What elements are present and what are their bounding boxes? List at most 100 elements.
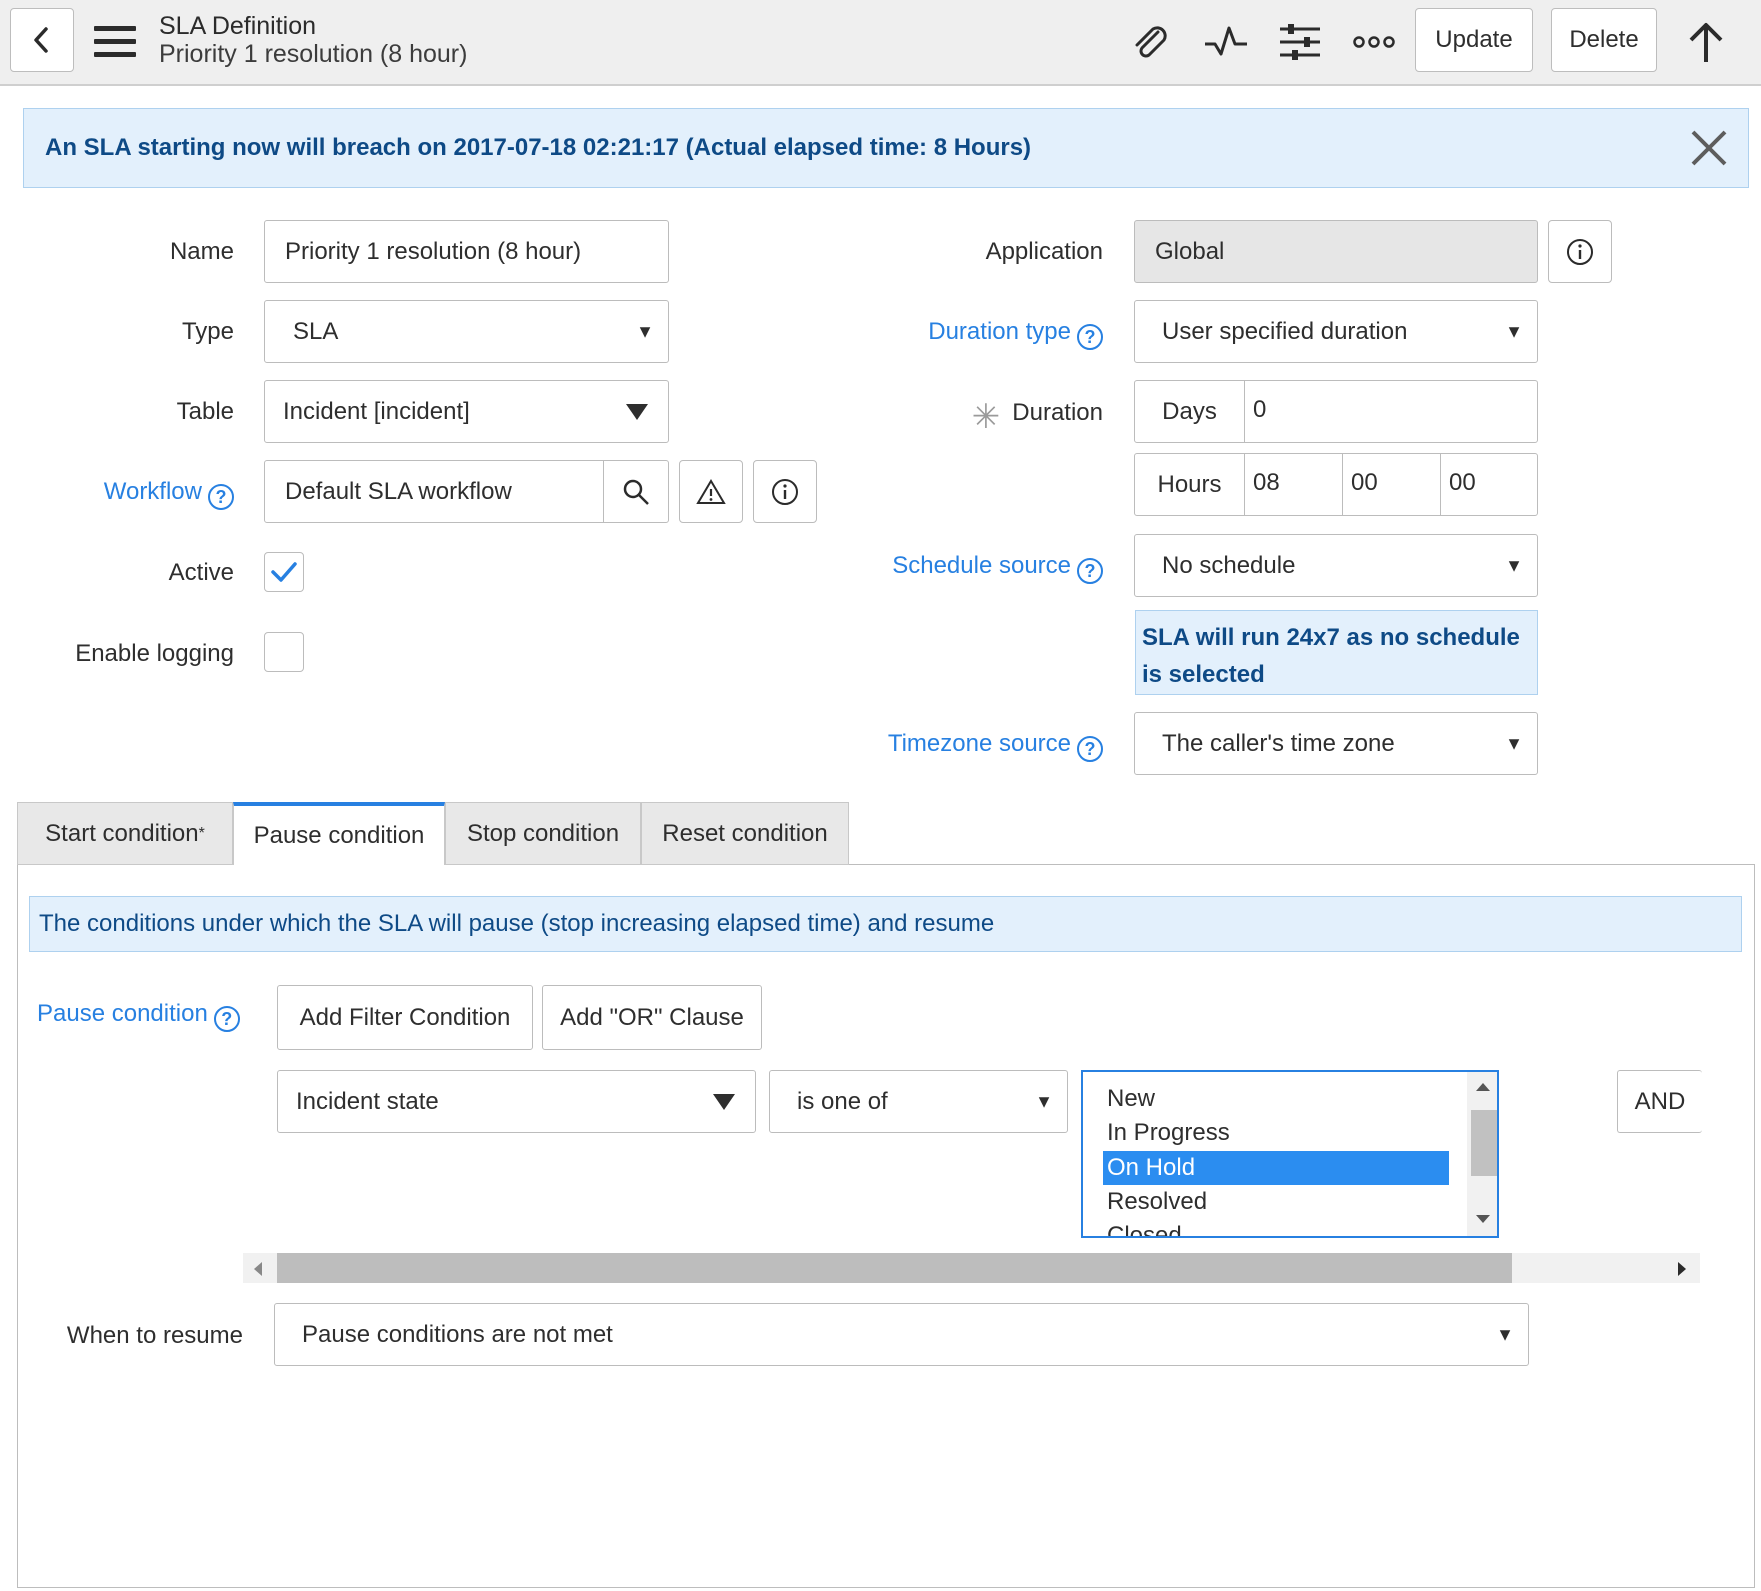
settings-icon[interactable] xyxy=(1274,18,1326,66)
list-option[interactable]: Closed xyxy=(1103,1219,1449,1236)
menu-icon[interactable] xyxy=(94,24,138,58)
minutes-input[interactable]: 00 xyxy=(1343,454,1441,515)
record-title: Priority 1 resolution (8 hour) xyxy=(159,40,468,68)
hours-label: Hours xyxy=(1135,454,1245,515)
timezone-source-label-text: Timezone source xyxy=(887,730,1071,757)
search-icon[interactable] xyxy=(604,461,668,522)
application-info-button[interactable] xyxy=(1548,220,1612,283)
scroll-right-icon[interactable] xyxy=(1677,1261,1687,1277)
workflow-info-button[interactable] xyxy=(753,460,817,523)
breach-info-text: An SLA starting now will breach on 2017-… xyxy=(45,134,1032,161)
schedule-source-label[interactable]: Schedule source? xyxy=(860,552,1103,584)
close-icon[interactable] xyxy=(1684,123,1734,173)
activity-icon[interactable] xyxy=(1200,18,1252,66)
tab-reset-condition[interactable]: Reset condition xyxy=(641,802,849,865)
condition-field-value: Incident state xyxy=(296,1087,439,1115)
table-select[interactable]: Incident [incident] xyxy=(264,380,669,443)
info-icon xyxy=(772,478,798,505)
duration-days-group: Days 0 xyxy=(1134,380,1538,443)
duration-hours-group: Hours 08 00 00 xyxy=(1134,453,1538,516)
breach-info-banner: An SLA starting now will breach on 2017-… xyxy=(23,108,1749,188)
enable-logging-checkbox[interactable] xyxy=(264,632,304,672)
dropdown-arrow-icon: ▼ xyxy=(1035,1091,1053,1111)
condition-field-select[interactable]: Incident state xyxy=(277,1070,756,1133)
warning-icon xyxy=(696,478,726,504)
hours-input[interactable]: 08 xyxy=(1245,454,1343,515)
duration-type-select[interactable]: User specified duration ▼ xyxy=(1134,300,1538,363)
form-header: SLA Definition Priority 1 resolution (8 … xyxy=(0,0,1761,86)
seconds-input[interactable]: 00 xyxy=(1441,454,1537,515)
duration-type-label[interactable]: Duration type? xyxy=(860,318,1103,350)
schedule-source-value: No schedule xyxy=(1162,551,1296,579)
condition-values-listbox[interactable]: New In Progress On Hold Resolved Closed xyxy=(1081,1070,1499,1238)
list-option[interactable]: New xyxy=(1103,1082,1449,1116)
and-button[interactable]: AND xyxy=(1617,1070,1702,1133)
duration-label-text: Duration xyxy=(1012,399,1103,426)
duration-type-value: User specified duration xyxy=(1162,317,1408,345)
info-icon xyxy=(1567,238,1593,265)
listbox-scroll-thumb[interactable] xyxy=(1471,1110,1497,1176)
pause-condition-label[interactable]: Pause condition? xyxy=(37,1000,247,1032)
dropdown-arrow-icon xyxy=(626,403,648,420)
type-select[interactable]: SLA ▼ xyxy=(264,300,669,363)
pause-panel-note: The conditions under which the SLA will … xyxy=(29,896,1742,952)
table-label: Table xyxy=(176,398,234,425)
scroll-up-icon[interactable] xyxy=(1475,1082,1491,1092)
list-option[interactable]: Resolved xyxy=(1103,1185,1449,1219)
application-label: Application xyxy=(985,238,1103,265)
add-or-clause-button[interactable]: Add "OR" Clause xyxy=(542,985,762,1050)
mandatory-asterisk-icon: ✳ xyxy=(971,398,1001,436)
dropdown-arrow-icon xyxy=(713,1093,735,1110)
horizontal-scroll-thumb[interactable] xyxy=(277,1253,1512,1283)
tab-pause-condition[interactable]: Pause condition xyxy=(233,802,445,865)
back-button[interactable] xyxy=(10,8,74,72)
when-to-resume-select[interactable]: Pause conditions are not met ▼ xyxy=(274,1303,1529,1366)
tab-stop-condition[interactable]: Stop condition xyxy=(445,802,641,865)
condition-horizontal-scrollbar[interactable] xyxy=(243,1253,1700,1283)
active-label: Active xyxy=(168,559,234,586)
up-arrow-icon[interactable] xyxy=(1680,18,1732,66)
help-icon[interactable]: ? xyxy=(1077,736,1103,762)
list-option-selected[interactable]: On Hold xyxy=(1103,1151,1449,1185)
schedule-source-label-text: Schedule source xyxy=(892,552,1071,579)
enable-logging-label: Enable logging xyxy=(75,640,234,667)
pause-condition-label-text: Pause condition xyxy=(37,1000,208,1027)
workflow-label-text: Workflow xyxy=(103,478,202,505)
days-label: Days xyxy=(1135,381,1245,442)
tab-label: Reset condition xyxy=(662,819,828,847)
application-field: Global xyxy=(1134,220,1538,283)
update-button[interactable]: Update xyxy=(1415,8,1533,72)
help-icon[interactable]: ? xyxy=(208,484,234,510)
delete-button[interactable]: Delete xyxy=(1551,8,1657,72)
list-option[interactable]: In Progress xyxy=(1103,1116,1449,1150)
tab-start-condition[interactable]: Start condition * xyxy=(17,802,233,865)
schedule-source-select[interactable]: No schedule ▼ xyxy=(1134,534,1538,597)
timezone-source-label[interactable]: Timezone source? xyxy=(860,730,1103,762)
timezone-source-value: The caller's time zone xyxy=(1162,729,1395,757)
condition-tabs: Start condition * Pause condition Stop co… xyxy=(17,802,849,865)
checkmark-icon xyxy=(271,562,297,582)
more-icon[interactable] xyxy=(1348,18,1400,66)
scroll-left-icon[interactable] xyxy=(253,1261,263,1277)
duration-type-label-text: Duration type xyxy=(928,318,1071,345)
dropdown-arrow-icon: ▼ xyxy=(1505,555,1523,575)
timezone-source-select[interactable]: The caller's time zone ▼ xyxy=(1134,712,1538,775)
active-checkbox[interactable] xyxy=(264,552,304,592)
dropdown-arrow-icon: ▼ xyxy=(1496,1324,1514,1344)
warning-button[interactable] xyxy=(679,460,743,523)
tab-label: Start condition xyxy=(45,819,199,847)
attachment-icon[interactable] xyxy=(1124,18,1176,66)
form-title: SLA Definition xyxy=(159,12,317,40)
days-input[interactable]: 0 xyxy=(1253,396,1266,424)
workflow-label[interactable]: Workflow? xyxy=(40,478,234,510)
help-icon[interactable]: ? xyxy=(1077,324,1103,350)
condition-operator-select[interactable]: is one of ▼ xyxy=(769,1070,1068,1133)
condition-operator-value: is one of xyxy=(797,1087,888,1115)
name-field[interactable]: Priority 1 resolution (8 hour) xyxy=(264,220,669,283)
scroll-down-icon[interactable] xyxy=(1475,1214,1491,1224)
help-icon[interactable]: ? xyxy=(1077,558,1103,584)
listbox-scrollbar[interactable] xyxy=(1467,1072,1497,1236)
help-icon[interactable]: ? xyxy=(213,1006,240,1032)
type-label: Type xyxy=(181,318,234,345)
add-filter-condition-button[interactable]: Add Filter Condition xyxy=(277,985,533,1050)
